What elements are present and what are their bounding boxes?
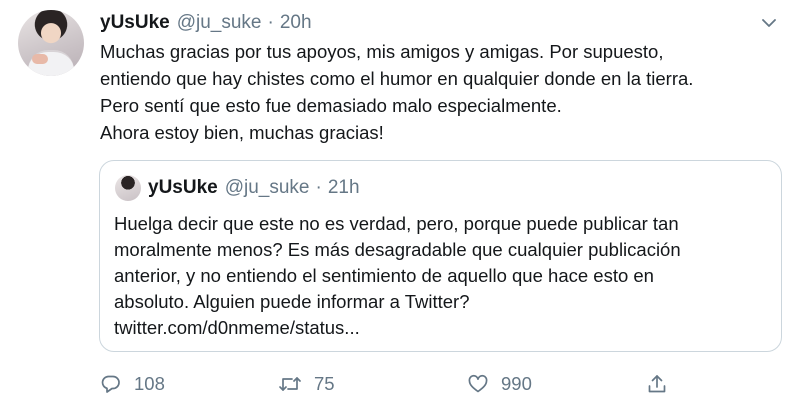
reply-count: 108 [134,373,165,394]
separator-dot: · [267,12,274,33]
tweet-text: Muchas gracias por tus apoyos, mis amigo… [100,38,790,146]
retweet-icon [279,377,301,391]
quoted-header: yUsUke @ju_suke · 21h [148,177,360,199]
quoted-text-line: Huelga decir que este no es verdad, pero… [114,213,679,234]
quoted-tweet[interactable]: yUsUke @ju_suke · 21h Huelga decir que e… [99,160,782,352]
quoted-text-line: absoluto. Alguien puede informar a Twitt… [114,291,470,312]
quoted-text-line: moralmente menos? Es más desagradable qu… [114,239,681,260]
quoted-link[interactable]: twitter.com/d0nmeme/status... [114,315,774,341]
retweet-button[interactable]: 75 [278,370,335,398]
chevron-down-icon [762,19,776,27]
like-button[interactable]: 990 [467,370,532,398]
quoted-author-handle: @ju_suke [224,177,310,198]
reply-button[interactable]: 108 [100,370,165,398]
avatar[interactable] [18,10,84,76]
share-icon [648,375,666,393]
like-icon [468,374,488,393]
action-bar: 108 75 990 [100,370,680,398]
reply-icon [101,375,120,393]
tweet-text-line: Pero sentí que esto fue demasiado malo e… [100,95,562,116]
like-count: 990 [501,373,532,394]
quoted-avatar [115,175,141,201]
tweet-text-line: Ahora estoy bien, muchas gracias! [100,122,384,143]
separator-dot: · [315,177,322,198]
author-handle[interactable]: @ju_suke [177,12,262,34]
tweet[interactable]: yUsUke @ju_suke · 20h Muchas gracias por… [0,0,800,415]
quoted-text-line: anterior, y no entiendo el sentimiento d… [114,265,654,286]
author-name[interactable]: yUsUke [100,12,170,34]
quoted-timestamp: 21h [327,177,360,198]
tweet-text-line: Muchas gracias por tus apoyos, mis amigo… [100,41,664,62]
quoted-text: Huelga decir que este no es verdad, pero… [114,211,774,341]
more-options-button[interactable] [758,12,780,34]
retweet-count: 75 [314,373,335,394]
tweet-text-line: entiendo que hay chistes como el humor e… [100,68,694,89]
share-button[interactable] [646,370,668,398]
quoted-author-name: yUsUke [148,177,218,198]
tweet-header: yUsUke @ju_suke · 20h [100,11,312,35]
avatar-hand [32,54,48,64]
tweet-timestamp[interactable]: 20h [280,12,312,34]
